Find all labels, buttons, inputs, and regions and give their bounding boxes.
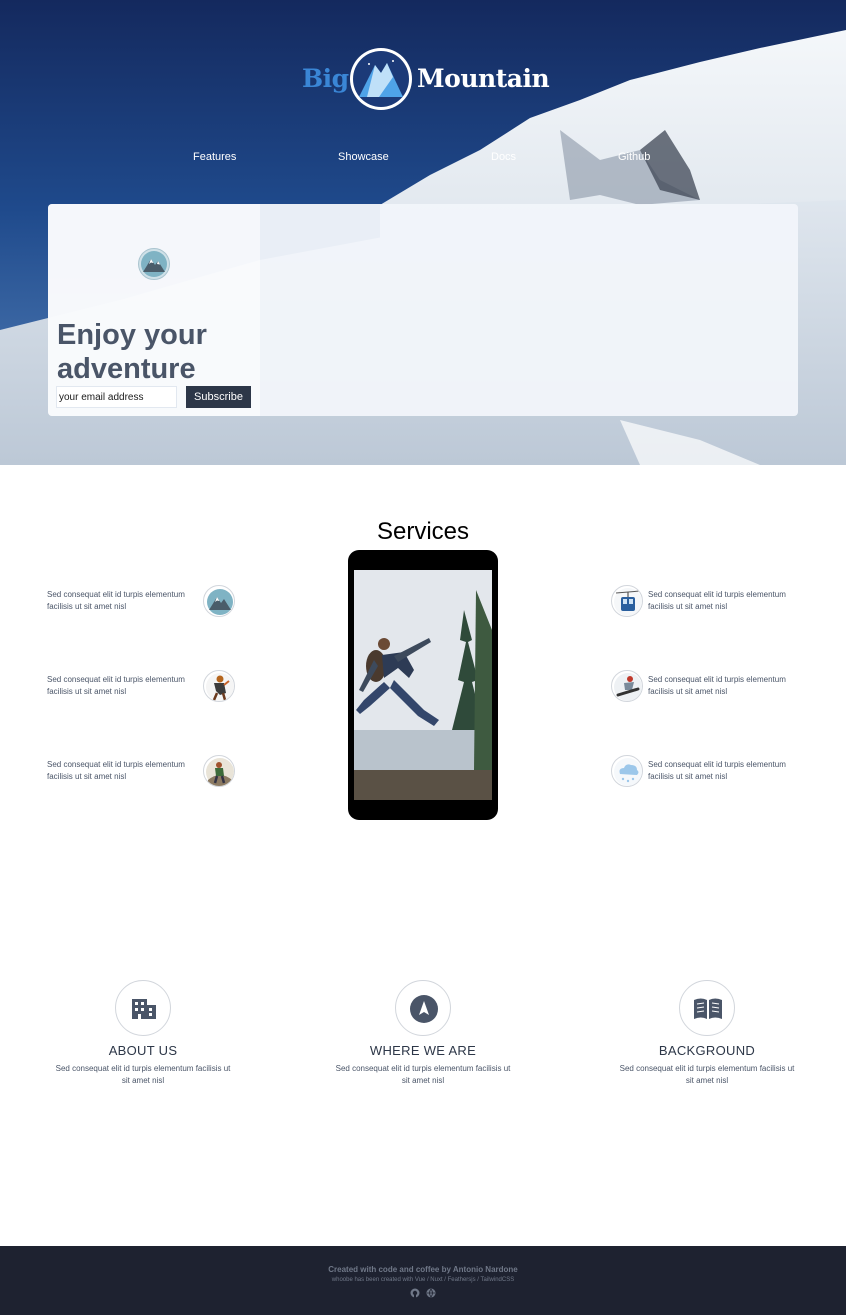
brand-part-2: Mountain bbox=[417, 64, 550, 93]
feature-background: BACKGROUND Sed consequat elit id turpis … bbox=[617, 980, 797, 1087]
book-icon bbox=[694, 998, 722, 1019]
brand-part-1: Big bbox=[302, 64, 349, 93]
feature-text: Sed consequat elit id turpis elementum f… bbox=[55, 1064, 231, 1085]
brand-logo[interactable]: Big Mountain bbox=[0, 46, 846, 114]
nav-link-github[interactable]: Github bbox=[618, 151, 650, 163]
location-arrow-icon bbox=[410, 995, 438, 1023]
service-text: Sed consequat elit id turpis elementum f… bbox=[47, 590, 185, 611]
jumping-hiker-photo bbox=[354, 570, 492, 800]
feature-circle bbox=[679, 980, 735, 1036]
hero-section: Big Mountain Features Showcase Docs Gith… bbox=[0, 0, 846, 465]
subscribe-card: Enjoy your adventure Subscribe bbox=[48, 204, 798, 416]
footer: Created with code and coffee by Antonio … bbox=[0, 1246, 846, 1315]
service-item: Sed consequat elit id turpis elementum f… bbox=[648, 589, 838, 613]
footer-credit: Created with code and coffee by Antonio … bbox=[328, 1265, 518, 1274]
nav-link-features[interactable]: Features bbox=[193, 151, 236, 163]
nav-link-docs[interactable]: Docs bbox=[491, 151, 516, 163]
feature-where-we-are: WHERE WE ARE Sed consequat elit id turpi… bbox=[333, 980, 513, 1087]
mountain-icon bbox=[138, 248, 170, 280]
feature-about-us: ABOUT US Sed consequat elit id turpis el… bbox=[53, 980, 233, 1087]
footer-tech: whoobe has been created with Vue / Nuxt … bbox=[331, 1277, 515, 1283]
snowboarder-icon bbox=[611, 670, 643, 702]
service-text: Sed consequat elit id turpis elementum f… bbox=[648, 675, 786, 696]
service-text: Sed consequat elit id turpis elementum f… bbox=[47, 675, 185, 696]
hero-title: Enjoy your adventure bbox=[57, 319, 207, 385]
climber-icon bbox=[203, 670, 235, 702]
github-icon[interactable] bbox=[410, 1288, 420, 1298]
feature-title: WHERE WE ARE bbox=[369, 1043, 477, 1058]
feature-title: BACKGROUND bbox=[658, 1043, 756, 1058]
snow-cloud-icon bbox=[611, 755, 643, 787]
mountain-logo-icon bbox=[350, 48, 412, 110]
building-icon bbox=[132, 999, 156, 1019]
service-item: Sed consequat elit id turpis elementum f… bbox=[648, 674, 838, 698]
feature-text: Sed consequat elit id turpis elementum f… bbox=[335, 1064, 511, 1085]
service-text: Sed consequat elit id turpis elementum f… bbox=[648, 590, 786, 611]
nav-link-showcase[interactable]: Showcase bbox=[338, 151, 389, 163]
subscribe-button[interactable]: Subscribe bbox=[186, 386, 251, 408]
feature-circle bbox=[395, 980, 451, 1036]
service-item: Sed consequat elit id turpis elementum f… bbox=[648, 759, 838, 783]
services-title: Services bbox=[376, 518, 470, 545]
service-text: Sed consequat elit id turpis elementum f… bbox=[648, 760, 786, 781]
globe-icon[interactable] bbox=[426, 1288, 436, 1298]
feature-title: ABOUT US bbox=[108, 1043, 178, 1058]
email-input[interactable] bbox=[56, 386, 177, 408]
phone-mockup bbox=[348, 550, 498, 820]
mountain-icon bbox=[203, 585, 235, 617]
feature-text: Sed consequat elit id turpis elementum f… bbox=[619, 1064, 795, 1085]
feature-circle bbox=[115, 980, 171, 1036]
service-text: Sed consequat elit id turpis elementum f… bbox=[47, 760, 185, 781]
phone-screen-photo bbox=[354, 570, 492, 800]
hiker-icon bbox=[203, 755, 235, 787]
cable-car-icon bbox=[611, 585, 643, 617]
